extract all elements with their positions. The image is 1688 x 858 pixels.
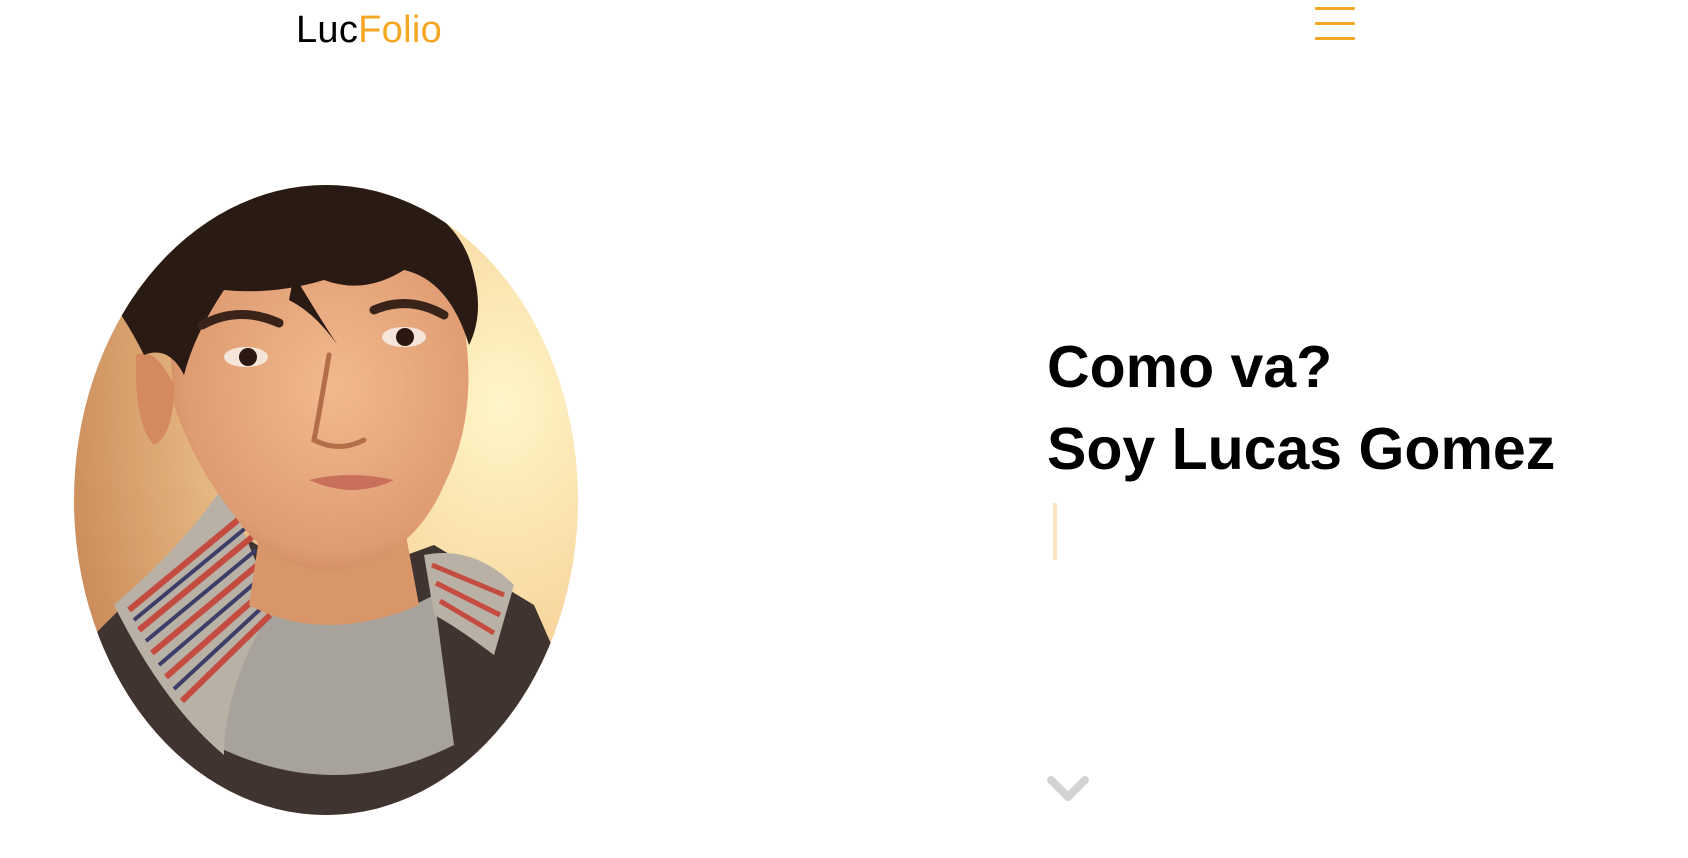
hero-greeting: Como va? [1047,334,1333,400]
brand-suffix: Folio [358,9,443,51]
chevron-down-icon[interactable] [1047,772,1089,806]
typing-cursor [1053,503,1057,560]
menu-bar-top [1315,7,1355,10]
page: LucFolio Como va? Soy Lucas Gomez [0,0,1688,858]
hero-intro: Soy Lucas Gomez [1047,416,1556,482]
menu-bar-middle [1315,22,1355,25]
brand-logo[interactable]: LucFolio [296,8,442,52]
brand-prefix: Luc [296,9,359,51]
hero-heading: Como va? Soy Lucas Gomez [1047,326,1555,490]
hamburger-menu-icon[interactable] [1313,4,1357,42]
menu-bar-bottom [1315,37,1355,40]
profile-photo [74,185,578,815]
